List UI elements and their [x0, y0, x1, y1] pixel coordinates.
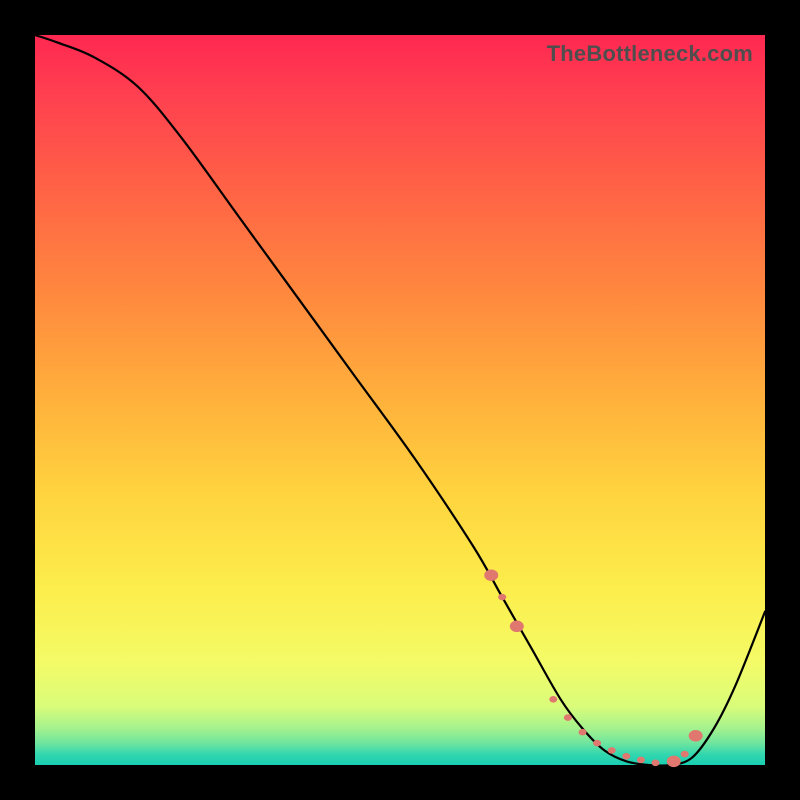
curve-markers — [484, 569, 702, 767]
curve-marker — [498, 594, 506, 601]
curve-marker — [652, 760, 660, 767]
curve-marker — [622, 753, 630, 760]
curve-marker — [667, 756, 681, 767]
curve-marker — [681, 751, 689, 758]
curve-marker — [484, 569, 498, 580]
curve-marker — [549, 696, 557, 703]
bottleneck-curve — [35, 35, 765, 766]
chart-svg — [35, 35, 765, 765]
curve-marker — [593, 740, 601, 747]
chart-frame: TheBottleneck.com — [35, 35, 765, 765]
curve-marker — [689, 730, 703, 741]
curve-marker — [608, 747, 616, 754]
curve-marker — [637, 757, 645, 764]
curve-marker — [564, 714, 572, 721]
curve-marker — [510, 621, 524, 632]
curve-marker — [579, 729, 587, 736]
